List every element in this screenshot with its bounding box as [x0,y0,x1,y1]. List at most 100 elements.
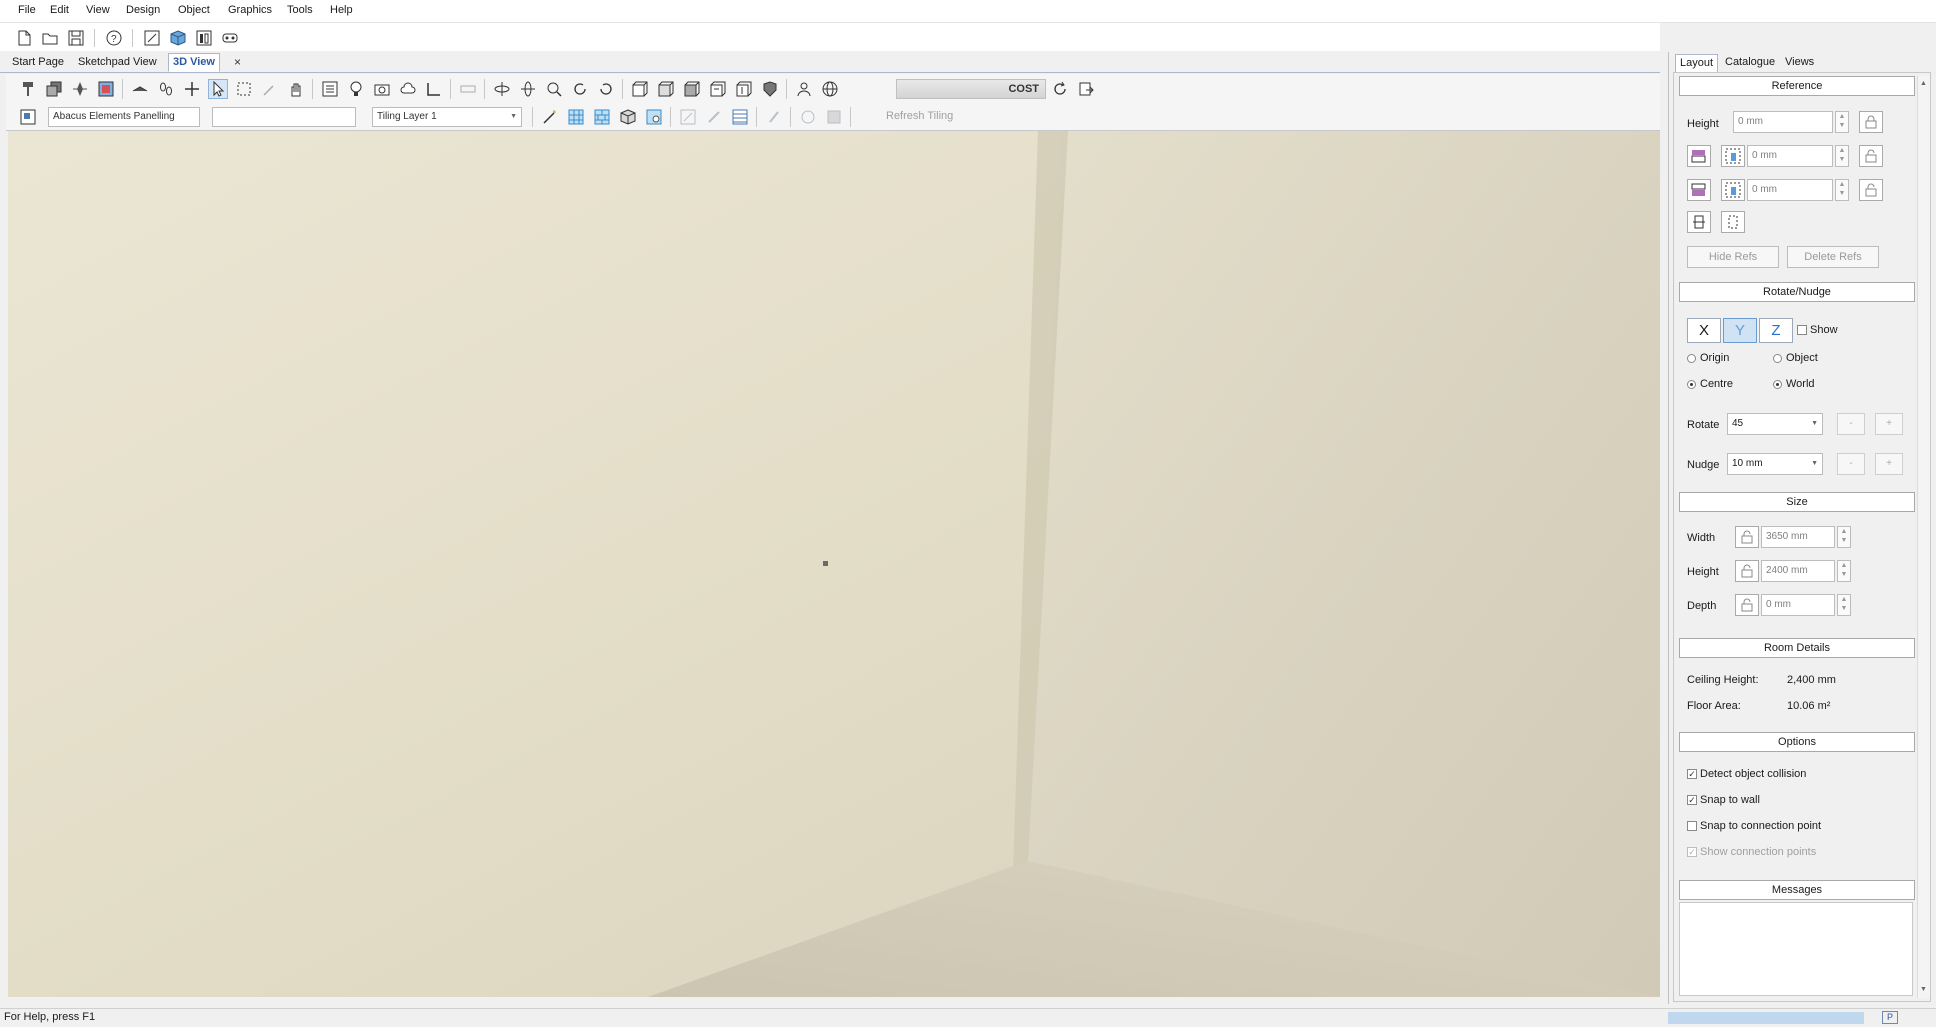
menu-view[interactable]: View [86,4,110,16]
detect-collision-checkbox[interactable]: ✓ Detect object collision [1687,768,1806,780]
hand-pan-icon[interactable] [286,79,306,99]
tile-cube-icon[interactable] [618,107,638,127]
reference-offset-1-field[interactable]: 0 mm [1747,145,1833,167]
cost-button[interactable]: COST [896,79,1046,99]
open-folder-icon[interactable] [40,28,60,48]
turn-icon[interactable] [518,79,538,99]
reference-bottom-icon[interactable] [1687,179,1711,201]
globe-icon[interactable] [820,79,840,99]
camera-icon[interactable] [372,79,392,99]
orbit-icon[interactable] [492,79,512,99]
help-icon[interactable]: ? [104,28,124,48]
reference-top-icon[interactable] [1687,145,1711,167]
view-cube-side-icon[interactable] [656,79,676,99]
view-cube-front-icon[interactable] [630,79,650,99]
light-bulb-icon[interactable] [346,79,366,99]
messages-list[interactable] [1679,902,1913,996]
axis-z-button[interactable]: Z [1759,318,1793,343]
rotate-select[interactable]: 45 ▼ [1727,413,1823,435]
show-axis-checkbox[interactable]: Show [1797,324,1838,336]
nudge-select[interactable]: 10 mm ▼ [1727,453,1823,475]
list-properties-icon[interactable] [320,79,340,99]
menu-object[interactable]: Object [178,4,210,16]
depth-field[interactable]: 0 mm [1761,594,1835,616]
save-icon[interactable] [66,28,86,48]
menu-graphics[interactable]: Graphics [228,4,272,16]
cloud-icon[interactable] [398,79,418,99]
new-file-icon[interactable] [14,28,34,48]
tile-pattern-icon[interactable] [730,107,750,127]
view-cube-top-icon[interactable] [682,79,702,99]
reference-height-stepper[interactable]: ▲ ▼ [1835,111,1849,133]
width-field[interactable]: 3650 mm [1761,526,1835,548]
measure-icon[interactable] [424,79,444,99]
floor-plane-icon[interactable] [130,79,150,99]
select-pointer-icon[interactable] [208,79,228,99]
move-arrows-icon[interactable] [182,79,202,99]
footprints-icon[interactable] [156,79,176,99]
3d-viewport[interactable] [8,131,1660,997]
nudge-plus-button[interactable]: + [1875,453,1903,475]
tab-3d-view[interactable]: 3D View [168,53,220,72]
magic-wand-icon[interactable] [540,107,560,127]
delete-refs-button[interactable]: Delete Refs [1787,246,1879,268]
3d-view-icon[interactable] [168,28,188,48]
scroll-down-icon[interactable]: ▼ [1920,986,1927,993]
origin-radio[interactable]: Origin [1687,352,1729,364]
reference-offset-1-stepper[interactable]: ▲ ▼ [1835,145,1849,167]
tab-start-page[interactable]: Start Page [8,54,68,71]
unlock-icon[interactable] [1735,560,1759,582]
sketchpad-icon[interactable] [142,28,162,48]
unlock-icon[interactable] [1859,179,1883,201]
hide-refs-button[interactable]: Hide Refs [1687,246,1779,268]
rotate-right-icon[interactable] [596,79,616,99]
tab-close-icon[interactable]: × [234,55,241,69]
reference-align-2-icon[interactable] [1721,179,1745,201]
layers-icon[interactable] [44,79,64,99]
reference-offset-2-field[interactable]: 0 mm [1747,179,1833,201]
lock-icon[interactable] [1859,111,1883,133]
height-field[interactable]: 2400 mm [1761,560,1835,582]
refresh-tiling-button[interactable]: Refresh Tiling [886,110,953,122]
rotate-minus-button[interactable]: - [1837,413,1865,435]
compass-icon[interactable] [70,79,90,99]
reference-align-icon[interactable] [1721,145,1745,167]
tile-settings-icon[interactable] [644,107,664,127]
person-icon[interactable] [794,79,814,99]
menu-tools[interactable]: Tools [287,4,313,16]
world-radio[interactable]: World [1773,378,1815,390]
height-stepper[interactable]: ▲ ▼ [1837,560,1851,582]
tile-grid-icon[interactable] [566,107,586,127]
export-icon[interactable] [1076,79,1096,99]
axis-x-button[interactable]: X [1687,318,1721,343]
tab-catalogue[interactable]: Catalogue [1721,54,1779,71]
tab-sketchpad-view[interactable]: Sketchpad View [74,54,161,71]
reference-vertical-icon[interactable] [1687,211,1711,233]
zoom-icon[interactable] [544,79,564,99]
scroll-up-icon[interactable]: ▲ [1920,80,1927,87]
box-select-icon[interactable] [234,79,254,99]
tab-views[interactable]: Views [1781,54,1818,71]
unlock-icon[interactable] [1735,526,1759,548]
element-picker-icon[interactable] [18,107,38,127]
depth-stepper[interactable]: ▲ ▼ [1837,594,1851,616]
menu-file[interactable]: File [18,4,36,16]
unlock-icon[interactable] [1735,594,1759,616]
view-cube-left-icon[interactable] [734,79,754,99]
menu-help[interactable]: Help [330,4,353,16]
element-select[interactable]: Abacus Elements Panelling [48,107,200,127]
view-cube-back-icon[interactable] [708,79,728,99]
width-stepper[interactable]: ▲ ▼ [1837,526,1851,548]
wand-icon[interactable] [260,79,280,99]
rotate-plus-button[interactable]: + [1875,413,1903,435]
elevation-icon[interactable] [194,28,214,48]
unlock-icon[interactable] [1859,145,1883,167]
rotate-left-icon[interactable] [570,79,590,99]
snap-to-wall-checkbox[interactable]: ✓ Snap to wall [1687,794,1760,806]
axis-y-button[interactable]: Y [1723,318,1757,343]
reference-vertical-dashed-icon[interactable] [1721,211,1745,233]
centre-radio[interactable]: Centre [1687,378,1733,390]
nudge-minus-button[interactable]: - [1837,453,1865,475]
show-connection-checkbox[interactable]: ✓ Show connection points [1687,846,1816,858]
snap-to-connection-checkbox[interactable]: Snap to connection point [1687,820,1821,832]
